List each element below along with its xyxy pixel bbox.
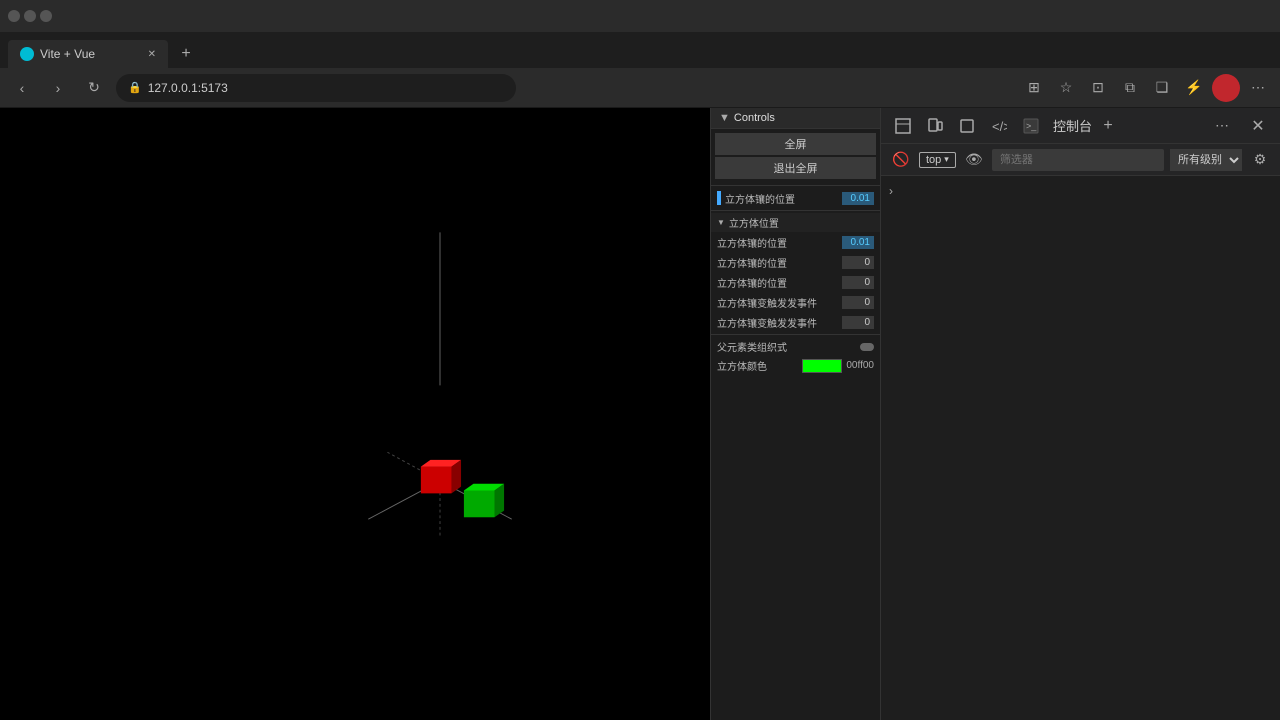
top-context-selector[interactable]: top ▾ xyxy=(919,152,956,168)
ctrl-row-1: 立方体镶的位置 0 xyxy=(711,252,880,272)
window-controls xyxy=(8,10,52,22)
code-button[interactable]: </> xyxy=(985,112,1013,140)
top-dropdown-arrow: ▾ xyxy=(944,154,949,165)
device-mode-button[interactable] xyxy=(921,112,949,140)
controls-panel: ▼ Controls 全屏 退出全屏 立方体镶的位置 0.01 ▼ xyxy=(710,108,880,720)
separator-3 xyxy=(711,334,880,335)
controls-title: Controls xyxy=(734,112,775,124)
ctrl-row-0: 立方体镶的位置 0.01 xyxy=(711,232,880,252)
tab-title: Vite + Vue xyxy=(40,47,95,61)
slider-indicator xyxy=(717,191,721,205)
separator-1 xyxy=(711,185,880,186)
section-arrow: ▼ xyxy=(717,218,725,227)
inspect-element-button[interactable] xyxy=(889,112,917,140)
ctrl-row-cube-pos-top: 立方体镶的位置 0.01 xyxy=(711,188,880,208)
extensions-button[interactable]: ⊞ xyxy=(1020,74,1048,102)
devtools-content: › xyxy=(881,176,1280,720)
row-0-value: 0.01 xyxy=(842,236,874,249)
toggle-indicator[interactable] xyxy=(860,343,874,351)
browser-ext[interactable]: ⚡ xyxy=(1180,74,1208,102)
devtools-secondary-toolbar: 🚫 top ▾ 👁 所有级别 ⚙ xyxy=(881,144,1280,176)
forward-button[interactable]: › xyxy=(44,74,72,102)
row-3-value: 0 xyxy=(842,296,874,309)
url-text: 127.0.0.1:5173 xyxy=(148,81,228,95)
menu-button[interactable]: ⋯ xyxy=(1244,74,1272,102)
canvas-area: ▼ Controls 全屏 退出全屏 立方体镶的位置 0.01 ▼ xyxy=(0,108,880,720)
color-swatch[interactable] xyxy=(802,359,842,373)
controls-button-row: 全屏 退出全屏 xyxy=(711,129,880,183)
browser-tab[interactable]: Vite + Vue ✕ xyxy=(8,40,168,68)
lock-icon: 🔒 xyxy=(128,81,142,94)
section-cube-pos[interactable]: ▼ 立方体位置 xyxy=(711,213,880,232)
svg-text:>_: >_ xyxy=(1026,121,1037,131)
controls-collapse-arrow[interactable]: ▼ xyxy=(719,112,730,124)
url-input[interactable]: 🔒 127.0.0.1:5173 xyxy=(116,74,516,102)
title-bar xyxy=(0,0,1280,32)
color-row: 立方体颜色 00ff00 xyxy=(711,356,880,375)
elements-button[interactable] xyxy=(953,112,981,140)
svg-text:</>: </> xyxy=(992,119,1007,134)
section-title: 立方体位置 xyxy=(729,215,779,230)
main-area: ▼ Controls 全屏 退出全屏 立方体镶的位置 0.01 ▼ xyxy=(0,108,1280,720)
toggle-label: 父元素类组织式 xyxy=(717,339,856,354)
refresh-button[interactable]: ↻ xyxy=(80,74,108,102)
separator-2 xyxy=(711,210,880,211)
devtools-close-button[interactable]: ✕ xyxy=(1244,112,1272,140)
minimize-button[interactable] xyxy=(8,10,20,22)
tab-groups-button[interactable]: ⧉ xyxy=(1116,74,1144,102)
console-icon[interactable]: >_ xyxy=(1017,112,1045,140)
devtools-more-button[interactable]: ⋯ xyxy=(1208,112,1236,140)
controls-header: ▼ Controls xyxy=(711,108,880,129)
eye-button[interactable]: 👁 xyxy=(962,148,986,172)
browser-frame: Vite + Vue ✕ + ‹ › ↻ 🔒 127.0.0.1:5173 ⊞ … xyxy=(0,0,1280,720)
close-tab-button[interactable]: ✕ xyxy=(148,49,156,60)
new-tab-button[interactable]: + xyxy=(172,40,200,68)
collections-button[interactable]: ⊡ xyxy=(1084,74,1112,102)
toggle-row: 父元素类组织式 xyxy=(711,337,880,356)
close-window-button[interactable] xyxy=(40,10,52,22)
ban-button[interactable]: 🚫 xyxy=(889,148,913,172)
dup-button[interactable]: ❏ xyxy=(1148,74,1176,102)
row-4-value: 0 xyxy=(842,316,874,329)
log-level-select[interactable]: 所有级别 xyxy=(1170,149,1242,171)
top-label: top xyxy=(926,154,941,166)
devtools-title: 控制台 xyxy=(1053,116,1092,135)
row-1-label: 立方体镶的位置 xyxy=(717,255,838,270)
row-2-value: 0 xyxy=(842,276,874,289)
address-bar: ‹ › ↻ 🔒 127.0.0.1:5173 ⊞ ☆ ⊡ ⧉ ❏ ⚡ ⋯ xyxy=(0,68,1280,108)
devtools-panel: </> >_ 控制台 + ⋯ ✕ 🚫 top ▾ 👁 xyxy=(880,108,1280,720)
maximize-button[interactable] xyxy=(24,10,36,22)
profile-button[interactable] xyxy=(1212,74,1240,102)
row-1-value: 0 xyxy=(842,256,874,269)
ctrl-row-4: 立方体镶变触发发事件 0 xyxy=(711,312,880,332)
toolbar-right: ⊞ ☆ ⊡ ⧉ ❏ ⚡ ⋯ xyxy=(1020,74,1272,102)
ctrl-row-3: 立方体镶变触发发事件 0 xyxy=(711,292,880,312)
devtools-settings-button[interactable]: ⚙ xyxy=(1248,148,1272,172)
favorites-button[interactable]: ☆ xyxy=(1052,74,1080,102)
row-3-label: 立方体镶变触发发事件 xyxy=(717,295,838,310)
row-4-label: 立方体镶变触发发事件 xyxy=(717,315,838,330)
cube-pos-label-top: 立方体镶的位置 xyxy=(725,191,838,206)
console-filter-input[interactable] xyxy=(992,149,1164,171)
color-hex: 00ff00 xyxy=(846,360,874,371)
row-2-label: 立方体镶的位置 xyxy=(717,275,838,290)
color-label: 立方体颜色 xyxy=(717,358,798,373)
fullscreen-button[interactable]: 全屏 xyxy=(715,133,876,155)
row-0-label: 立方体镶的位置 xyxy=(717,235,838,250)
tab-bar: Vite + Vue ✕ + xyxy=(0,32,1280,68)
add-panel-button[interactable]: + xyxy=(1096,114,1120,138)
cube-pos-value-top: 0.01 xyxy=(842,192,874,205)
exit-fullscreen-button[interactable]: 退出全屏 xyxy=(715,157,876,179)
tree-expand-arrow[interactable]: › xyxy=(885,180,1276,202)
back-button[interactable]: ‹ xyxy=(8,74,36,102)
ctrl-row-2: 立方体镶的位置 0 xyxy=(711,272,880,292)
tab-favicon xyxy=(20,47,34,61)
devtools-toolbar: </> >_ 控制台 + ⋯ ✕ xyxy=(881,108,1280,144)
